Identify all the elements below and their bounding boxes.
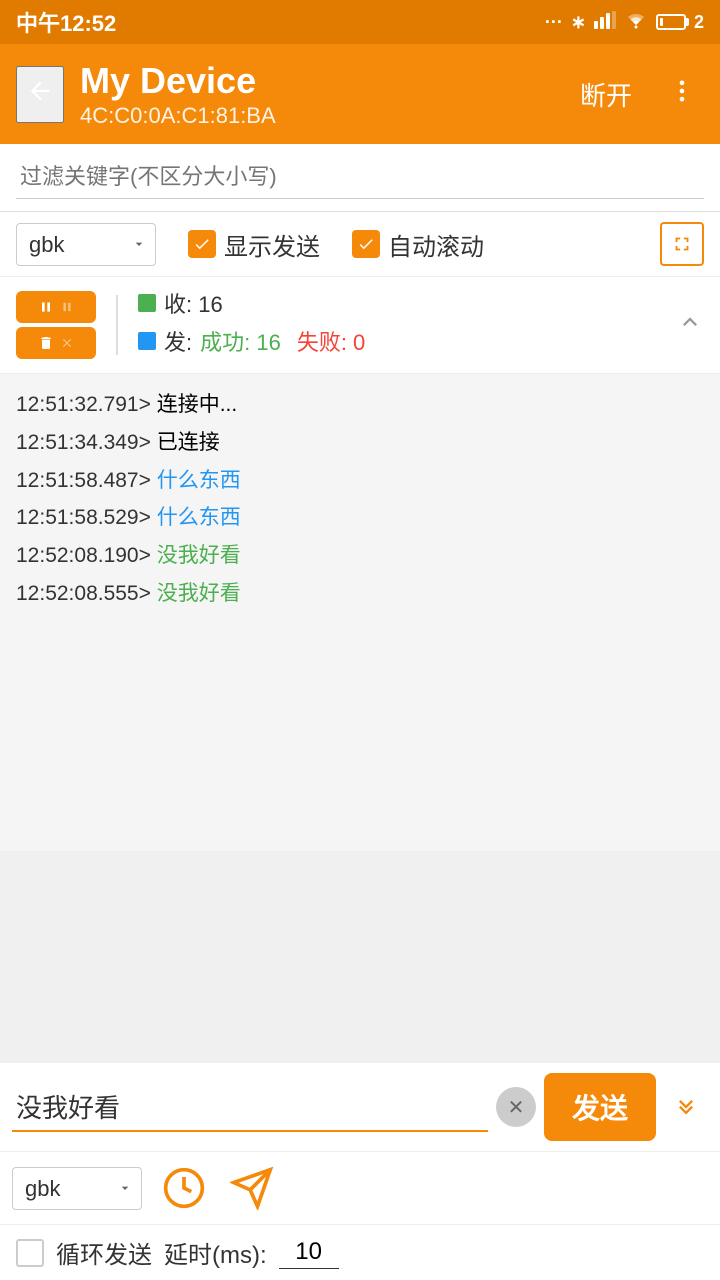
send-button[interactable]: 发送 <box>544 1073 656 1141</box>
log-message: 已连接 <box>157 431 220 454</box>
delay-input[interactable] <box>279 1236 339 1269</box>
log-timestamp: 12:51:34.349> <box>16 431 157 454</box>
send-icon-button[interactable] <box>226 1162 278 1214</box>
history-button[interactable] <box>158 1162 210 1214</box>
disconnect-button[interactable]: 断开 <box>568 68 644 121</box>
stats-divider <box>116 295 118 355</box>
send-success: 成功: 16 <box>200 325 281 357</box>
recv-dot <box>138 294 156 312</box>
show-send-checkbox[interactable] <box>188 230 216 258</box>
send-label: 发: <box>164 325 192 357</box>
bottom-section: ✕ 发送 gbk utf-8 ascii <box>0 1062 720 1280</box>
fullscreen-button[interactable] <box>660 222 704 266</box>
log-message: 没我好看 <box>157 582 241 605</box>
delay-label: 延时(ms): <box>164 1235 267 1270</box>
log-entry: 12:51:34.349> 已连接 <box>16 424 704 462</box>
more-menu-button[interactable] <box>660 69 704 120</box>
log-message: 没我好看 <box>157 544 241 567</box>
send-fail: 失败: 0 <box>297 325 365 357</box>
log-timestamp: 12:52:08.555> <box>16 582 157 605</box>
auto-scroll-checkbox[interactable] <box>352 230 380 258</box>
loop-row: 循环发送 延时(ms): <box>0 1225 720 1280</box>
pause-button[interactable] <box>16 291 96 323</box>
loop-send-checkbox[interactable] <box>16 1239 44 1267</box>
recv-stat: 收: 16 <box>138 287 664 319</box>
auto-scroll-label: 自动滚动 <box>388 227 484 262</box>
log-entry: 12:52:08.555> 没我好看 <box>16 575 704 613</box>
log-area: 12:51:32.791> 连接中...12:51:34.349> 已连接12:… <box>0 374 720 851</box>
bluetooth-icon: ∗ <box>571 12 586 33</box>
log-message: 什么东西 <box>157 469 241 492</box>
log-timestamp: 12:51:58.487> <box>16 469 157 492</box>
log-entry: 12:51:58.487> 什么东西 <box>16 462 704 500</box>
signal-bars-icon <box>594 11 616 34</box>
log-entry: 12:52:08.190> 没我好看 <box>16 537 704 575</box>
controls-row: gbk utf-8 ascii 显示发送 自动滚动 <box>0 212 720 277</box>
message-input[interactable] <box>12 1083 488 1132</box>
show-send-group: 显示发送 <box>188 227 320 262</box>
encoding-select-top[interactable]: gbk utf-8 ascii <box>16 223 156 266</box>
device-title: My Device <box>80 59 552 102</box>
input-row: ✕ 发送 <box>0 1063 720 1152</box>
toolbar: My Device 4C:C0:0A:C1:81:BA 断开 <box>0 44 720 144</box>
auto-scroll-group: 自动滚动 <box>352 227 484 262</box>
status-time: 中午12:52 <box>16 6 116 38</box>
show-send-label: 显示发送 <box>224 227 320 262</box>
log-timestamp: 12:51:32.791> <box>16 393 157 416</box>
stats-row: 收: 16 发: 成功: 16 失败: 0 <box>0 277 720 374</box>
stats-info: 收: 16 发: 成功: 16 失败: 0 <box>138 287 664 363</box>
wifi-icon <box>624 11 648 34</box>
back-button[interactable] <box>16 66 64 123</box>
log-timestamp: 12:52:08.190> <box>16 544 157 567</box>
toolbar-title-block: My Device 4C:C0:0A:C1:81:BA <box>80 59 552 128</box>
log-message: 连接中... <box>157 393 238 416</box>
log-timestamp: 12:51:58.529> <box>16 506 157 529</box>
recv-count: 收: 16 <box>164 287 223 319</box>
bottom-controls: gbk utf-8 ascii <box>0 1152 720 1225</box>
stats-buttons <box>16 291 96 359</box>
status-bar: 中午12:52 ··· ∗ 2 <box>0 0 720 44</box>
log-message: 什么东西 <box>157 506 241 529</box>
clear-input-button[interactable]: ✕ <box>496 1087 536 1127</box>
clear-log-button[interactable] <box>16 327 96 359</box>
encoding-select-bottom[interactable]: gbk utf-8 ascii <box>12 1167 142 1210</box>
signal-dots-icon: ··· <box>545 12 563 33</box>
filter-input[interactable] <box>16 156 704 199</box>
send-dot <box>138 332 156 350</box>
loop-send-label: 循环发送 <box>56 1235 152 1270</box>
collapse-stats-button[interactable] <box>676 308 704 343</box>
log-entry: 12:51:58.529> 什么东西 <box>16 499 704 537</box>
log-entry: 12:51:32.791> 连接中... <box>16 386 704 424</box>
filter-bar <box>0 144 720 212</box>
battery-icon <box>656 14 686 30</box>
expand-input-button[interactable] <box>664 1082 708 1133</box>
battery-level: 2 <box>694 12 704 33</box>
send-stat: 发: 成功: 16 失败: 0 <box>138 325 664 357</box>
device-address: 4C:C0:0A:C1:81:BA <box>80 103 552 129</box>
status-icons: ··· ∗ 2 <box>545 11 704 34</box>
